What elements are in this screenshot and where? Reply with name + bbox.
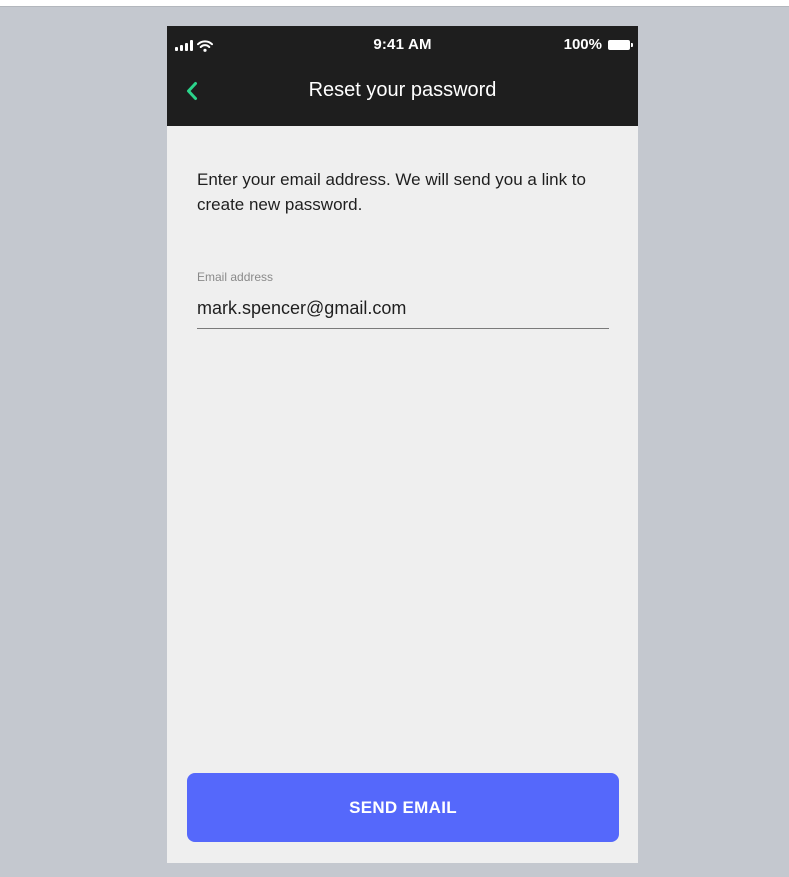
status-bar: 9:41 AM 100%	[167, 26, 638, 64]
instructions-block: Enter your email address. We will send y…	[197, 167, 608, 217]
status-right: 100%	[563, 36, 633, 53]
email-field[interactable]	[197, 288, 609, 329]
battery-icon	[608, 39, 633, 50]
phone-screen: 9:41 AM 100% Reset your password Enter y…	[167, 26, 638, 863]
email-field-label: Email address	[197, 270, 274, 284]
send-email-button[interactable]: SEND EMAIL	[187, 773, 619, 842]
battery-percent: 100%	[563, 36, 602, 53]
email-field-group: Email address	[197, 270, 609, 329]
page-title: Reset your password	[308, 79, 497, 101]
top-divider	[0, 6, 789, 7]
instructions-text: Enter your email address. We will send y…	[197, 170, 586, 214]
app-header: 9:41 AM 100% Reset your password	[167, 26, 638, 126]
screen: { "status_bar": { "time": "9:41 AM", "ba…	[0, 0, 789, 877]
